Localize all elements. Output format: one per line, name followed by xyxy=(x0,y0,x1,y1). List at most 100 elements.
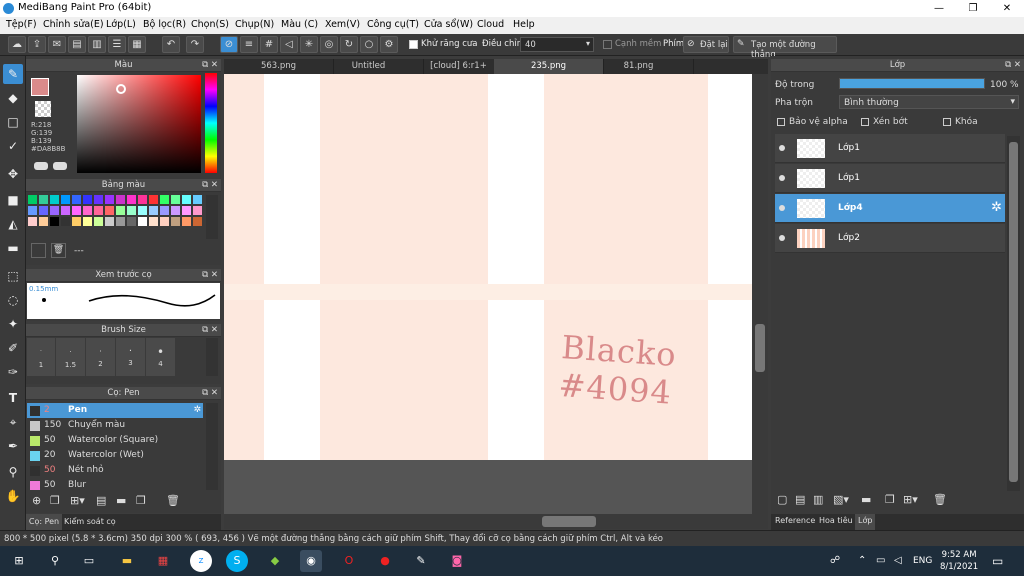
windows-start-icon[interactable]: ⊞ xyxy=(8,550,30,572)
brush-item-watercolor-wet[interactable]: 20 Watercolor (Wet) xyxy=(27,448,203,463)
palette-swatch[interactable] xyxy=(160,206,169,215)
tab-81[interactable]: 81.png xyxy=(584,59,694,74)
medibang-taskbar-icon[interactable]: ◉ xyxy=(300,550,322,572)
new-halftone-icon[interactable]: ▥ xyxy=(813,493,823,506)
maximize-button[interactable]: ❐ xyxy=(956,0,990,17)
sub-color-swatch[interactable] xyxy=(35,101,51,117)
operation-tool-icon[interactable]: ⌖ xyxy=(3,412,23,432)
palette-swatch[interactable] xyxy=(94,206,103,215)
menu-filter[interactable]: Bộ lọc(R) xyxy=(143,19,186,30)
tab-layer[interactable]: Lớp xyxy=(855,514,876,530)
menu-window[interactable]: Cửa sổ(W) xyxy=(424,19,473,30)
palette-swatch[interactable] xyxy=(72,206,81,215)
palette-swatch[interactable] xyxy=(127,217,136,226)
antialias-checkbox[interactable] xyxy=(409,40,418,49)
palette-swatch[interactable] xyxy=(50,206,59,215)
lasso-tool-icon[interactable]: ◌ xyxy=(3,290,23,310)
palette-swatch[interactable] xyxy=(116,206,125,215)
layer-scrollbar[interactable] xyxy=(1007,136,1020,491)
brush-size-option[interactable]: · 2 xyxy=(86,338,116,376)
palette-swatch[interactable] xyxy=(149,217,158,226)
panel-close-icon[interactable]: ⧉ ✕ xyxy=(202,387,218,400)
tab-brush-control[interactable]: Kiểm soát cọ xyxy=(64,514,116,530)
people-icon[interactable]: ☍ xyxy=(830,555,840,566)
blur-tool-icon[interactable]: ✒ xyxy=(3,436,23,456)
snap-settings-icon[interactable]: ⚙ xyxy=(380,36,398,53)
brush-size-option[interactable]: · 1 xyxy=(27,338,56,376)
eyedropper-tool-icon[interactable]: ⚲ xyxy=(3,462,23,482)
language-indicator[interactable]: ENG xyxy=(913,556,932,566)
reset-button[interactable]: ⊘ Đặt lại xyxy=(683,36,729,53)
main-color-swatch[interactable] xyxy=(31,78,49,96)
palette-swatch[interactable] xyxy=(39,217,48,226)
grid-icon[interactable]: ▦ xyxy=(128,36,146,53)
eye-icon[interactable] xyxy=(779,235,785,241)
palette-swatch[interactable] xyxy=(83,195,92,204)
search-icon[interactable]: ⚲ xyxy=(44,550,66,572)
palette-swatch[interactable] xyxy=(28,217,37,226)
menu-view[interactable]: Xem(V) xyxy=(325,19,360,30)
blend-select[interactable]: Bình thường ▾ xyxy=(839,95,1019,109)
palette-swatch[interactable] xyxy=(160,217,169,226)
snap-radial-icon[interactable]: ✳ xyxy=(300,36,318,53)
palette-swatch[interactable] xyxy=(94,217,103,226)
brush-item-pen[interactable]: 2 Pen ✲ xyxy=(27,403,203,418)
bucket-tool-icon[interactable]: ◭ xyxy=(3,214,23,234)
network-icon[interactable]: ▭ xyxy=(876,555,885,566)
vertical-scrollbar[interactable] xyxy=(752,74,768,514)
folder-icon[interactable]: ▬ xyxy=(861,493,871,506)
move-tool-icon[interactable]: ✥ xyxy=(3,164,23,184)
palette-swatch[interactable] xyxy=(171,206,180,215)
gear-icon[interactable]: ✲ xyxy=(193,403,201,418)
menu-tools[interactable]: Công cụ(T) xyxy=(367,19,419,30)
panel-close-icon[interactable]: ⧉ ✕ xyxy=(202,59,218,72)
palette-swatch[interactable] xyxy=(127,206,136,215)
copy-brush-icon[interactable]: ❐ xyxy=(50,494,60,507)
brush-tool-icon[interactable]: ✎ xyxy=(3,64,23,84)
color-mode-button[interactable] xyxy=(34,162,48,170)
eraser-tool-icon[interactable]: ◆ xyxy=(3,88,23,108)
minimize-button[interactable]: — xyxy=(922,0,956,17)
add-brush-icon[interactable]: ⊕ xyxy=(32,494,41,507)
undo-icon[interactable]: ↶ xyxy=(162,36,180,53)
palette-swatch[interactable] xyxy=(50,217,59,226)
brush-file-icon[interactable]: ▤ xyxy=(96,494,106,507)
brush-item-gradient[interactable]: 150 Chuyển màu xyxy=(27,418,203,433)
palette-swatch[interactable] xyxy=(138,217,147,226)
text-tool-icon[interactable]: T xyxy=(3,388,23,408)
new-raster-icon[interactable]: ▤ xyxy=(795,493,805,506)
fill-rect-tool-icon[interactable]: ■ xyxy=(3,190,23,210)
brush-item-blur[interactable]: 50 Blur xyxy=(27,478,203,490)
palette-grid[interactable] xyxy=(28,195,203,239)
hue-slider[interactable] xyxy=(205,73,217,173)
palette-swatch[interactable] xyxy=(39,206,48,215)
select-tool-icon[interactable]: ⬚ xyxy=(3,266,23,286)
rect-select-tool-icon[interactable]: □ xyxy=(3,112,23,132)
new-layer-icon[interactable]: ▢ xyxy=(777,493,787,506)
task-view-icon[interactable]: ▭ xyxy=(78,550,100,572)
drawing-canvas[interactable]: Blacko #4094 xyxy=(224,74,752,460)
trash-icon[interactable]: 🗑 xyxy=(933,493,947,506)
palette-swatch[interactable] xyxy=(83,217,92,226)
dot-tool-icon[interactable]: ✓ xyxy=(3,136,23,156)
palette-swatch[interactable] xyxy=(138,195,147,204)
select-eraser-tool-icon[interactable]: ✑ xyxy=(3,362,23,382)
layer-item-lop1-top[interactable]: Lớp1 xyxy=(775,134,1005,163)
list-icon[interactable]: ☰ xyxy=(108,36,126,53)
brush-item-thin[interactable]: 50 Nét nhỏ xyxy=(27,463,203,478)
palette-swatch[interactable] xyxy=(72,217,81,226)
palette-scrollbar[interactable] xyxy=(206,195,218,239)
close-button[interactable]: ✕ xyxy=(990,0,1024,17)
palette-swatch[interactable] xyxy=(61,206,70,215)
layer-menu-icon[interactable]: ▧▾ xyxy=(833,493,849,506)
volume-icon[interactable]: ◁ xyxy=(894,555,902,566)
folder-icon[interactable]: ▬ xyxy=(116,494,126,507)
horizontal-scroll-thumb[interactable] xyxy=(542,516,596,527)
duplicate-icon[interactable]: ❐ xyxy=(885,493,895,506)
lock-checkbox[interactable] xyxy=(943,118,951,126)
tab-brush[interactable]: Cọ: Pen xyxy=(26,514,62,530)
clock[interactable]: 9:52 AM 8/1/2021 xyxy=(940,549,978,573)
brush-size-scrollbar[interactable] xyxy=(206,338,218,376)
palette-swatch[interactable] xyxy=(116,195,125,204)
palette-swatch[interactable] xyxy=(182,195,191,204)
